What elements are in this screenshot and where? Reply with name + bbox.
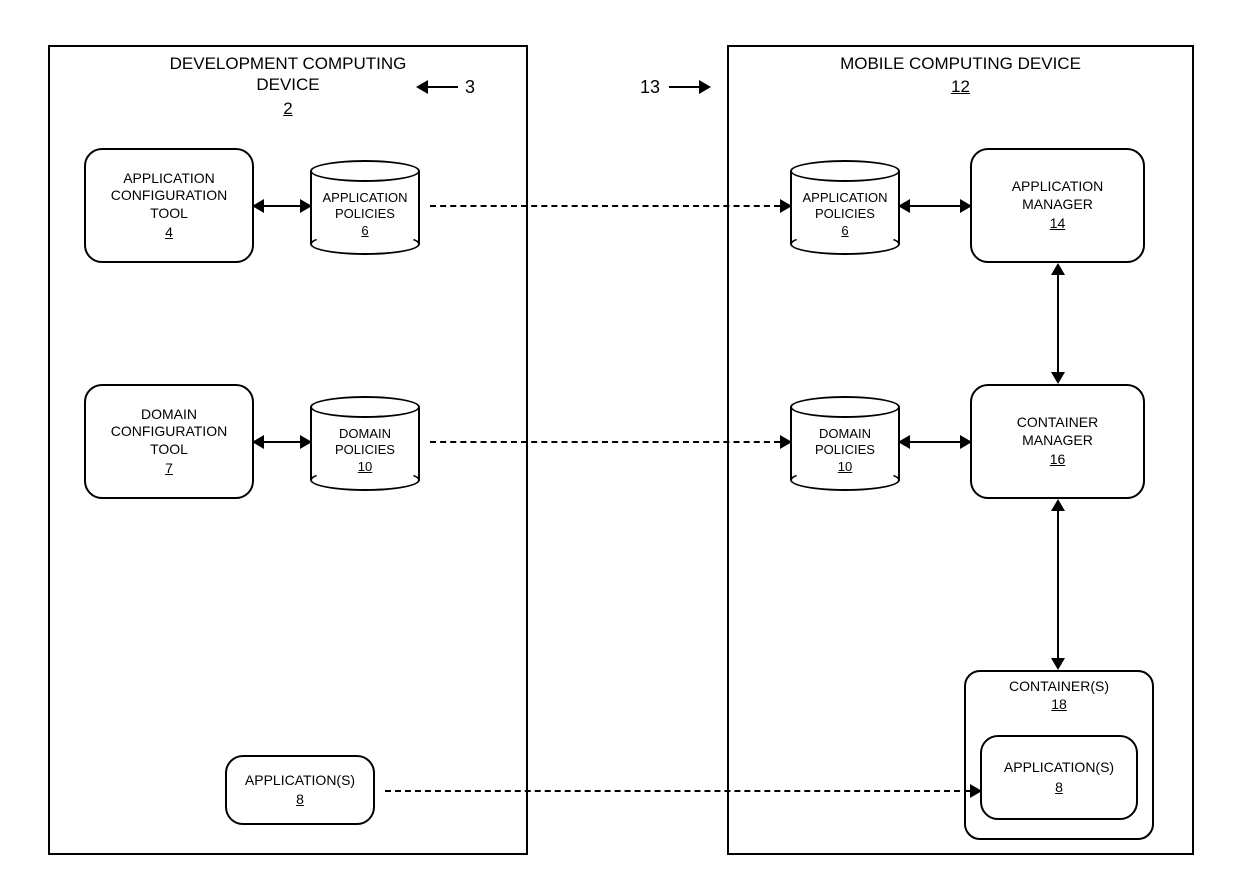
arrow-tool4-db6-l <box>252 199 264 213</box>
dev-applications-box: APPLICATION(S) 8 <box>225 755 375 825</box>
containers-applications-box: APPLICATION(S) 8 <box>980 735 1138 820</box>
dash-db6-db6 <box>430 205 780 207</box>
arrow-cmgr16-cont18-u <box>1051 499 1065 511</box>
domain-config-tool-box: DOMAIN CONFIGURATION TOOL 7 <box>84 384 254 499</box>
mobile-device-title: MOBILE COMPUTING DEVICE 12 <box>729 53 1192 98</box>
arrow-mdb10-cmgr16-r <box>960 435 972 449</box>
conn-tool7-db10 <box>264 441 300 443</box>
dash-app8-app8 <box>385 790 970 792</box>
dev-callout-arrow <box>416 80 428 94</box>
mobile-callout-arrow <box>699 80 711 94</box>
arrow-mgr14-cmgr16-d <box>1051 372 1065 384</box>
app-manager-box: APPLICATION MANAGER 14 <box>970 148 1145 263</box>
conn-tool4-db6 <box>264 205 300 207</box>
arrow-tool7-db10-l <box>252 435 264 449</box>
conn-cmgr16-cont18 <box>1057 511 1059 658</box>
conn-mdb10-cmgr16 <box>910 441 960 443</box>
conn-mgr14-cmgr16 <box>1057 275 1059 372</box>
diagram-canvas: DEVELOPMENT COMPUTING DEVICE 2 3 APPLICA… <box>0 0 1240 892</box>
dash-app8-app8-r <box>970 784 982 798</box>
dash-db10-db10 <box>430 441 780 443</box>
arrow-cmgr16-cont18-d <box>1051 658 1065 670</box>
mobile-app-policies-db: APPLICATION POLICIES 6 <box>790 160 900 255</box>
app-config-tool-box: APPLICATION CONFIGURATION TOOL 4 <box>84 148 254 263</box>
dev-callout-line <box>428 86 458 88</box>
container-manager-box: CONTAINER MANAGER 16 <box>970 384 1145 499</box>
dev-app-policies-db: APPLICATION POLICIES 6 <box>310 160 420 255</box>
mobile-callout-num: 13 <box>640 77 660 98</box>
mobile-callout-line <box>669 86 699 88</box>
dev-domain-policies-db: DOMAIN POLICIES 10 <box>310 396 420 491</box>
arrow-mdb6-mgr14-r <box>960 199 972 213</box>
arrow-mgr14-cmgr16-u <box>1051 263 1065 275</box>
conn-mdb6-mgr14 <box>910 205 960 207</box>
mobile-domain-policies-db: DOMAIN POLICIES 10 <box>790 396 900 491</box>
dev-callout-num: 3 <box>465 77 475 98</box>
containers-title: CONTAINER(S) 18 <box>966 678 1152 712</box>
